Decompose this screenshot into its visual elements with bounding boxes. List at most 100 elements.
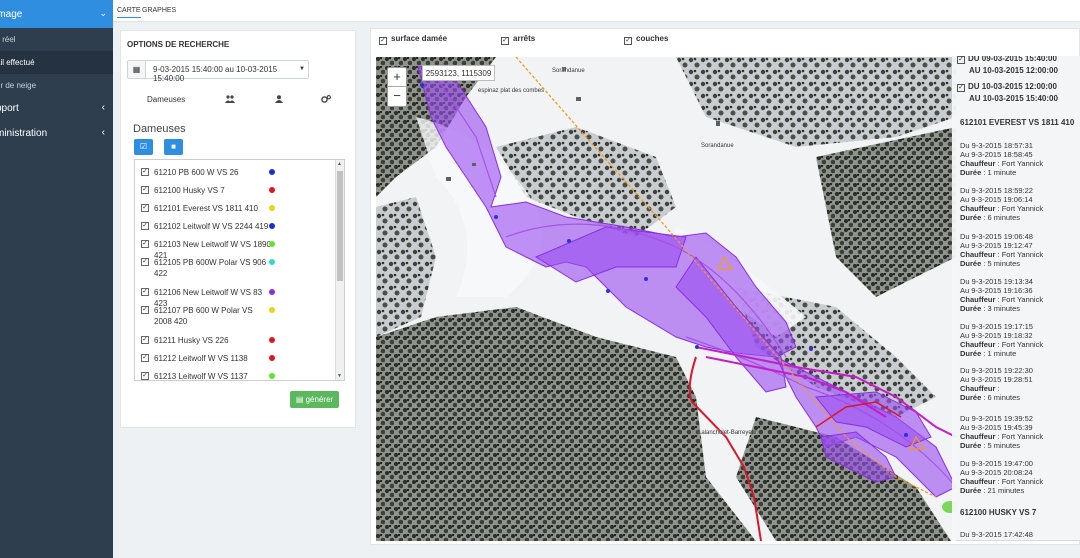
color-dot xyxy=(269,373,275,379)
session-duration: Durée : 5 minutes xyxy=(960,259,1078,268)
sidebar-subitem-realtime[interactable]: s réel xyxy=(0,28,113,51)
zoom-in-button[interactable]: + xyxy=(388,68,406,87)
gears-icon[interactable] xyxy=(321,95,331,105)
scroll-thumb[interactable] xyxy=(337,171,343,281)
color-dot xyxy=(269,241,275,247)
checkbox-checked-icon[interactable]: ✓ xyxy=(141,336,149,344)
checkbox-checked-icon[interactable]: ✓ xyxy=(501,37,509,45)
checkbox-checked-icon[interactable]: ✓ xyxy=(141,204,149,212)
driver-value: Fort Yannick xyxy=(1001,250,1044,259)
session-end: Au 9-3-2015 19:12:47 xyxy=(960,241,1033,250)
tab-graphes[interactable]: GRAPHES xyxy=(142,7,176,14)
duration-value: 6 minutes xyxy=(987,213,1021,222)
chevron-left-icon: ‹ xyxy=(101,127,105,138)
duration-value: 5 minutes xyxy=(987,441,1021,450)
sidebar-item-active[interactable]: rmage ⌄ xyxy=(0,0,113,28)
session-end: Au 9-3-2015 17:50:31 xyxy=(960,539,1078,540)
duration-label: Durée xyxy=(960,486,982,495)
color-dot xyxy=(269,289,275,295)
timeline-panel: ✓ DU 09-03-2015 15:40:00 AU 10-03-2015 12:… xyxy=(952,56,1080,540)
map-place-label: Sorandanue xyxy=(552,68,585,74)
session-start: Du 9-3-2015 19:13:34 xyxy=(960,277,1033,286)
user-icon[interactable] xyxy=(275,95,283,105)
machine-heading: 612101 EVEREST VS 1811 410 xyxy=(960,118,1075,127)
sidebar-subitem-work-done[interactable]: ail effectué xyxy=(0,51,113,74)
checkbox-checked-icon[interactable]: ✓ xyxy=(141,168,149,176)
calendar-icon: ▦ xyxy=(128,61,146,78)
sidebar-item-administration[interactable]: ministration ‹ xyxy=(0,122,113,146)
driver-value: Fort Yannick xyxy=(1001,340,1044,349)
checkbox-checked-icon[interactable]: ✓ xyxy=(141,354,149,362)
layer-toggle-stops[interactable]: ✓ arrêts xyxy=(501,34,535,45)
driver-label: Chauffeur xyxy=(960,384,996,393)
session-entry: Du 9-3-2015 19:39:52 Au 9-3-2015 19:45:39… xyxy=(960,414,1078,450)
layer-label: arrêts xyxy=(513,34,536,43)
color-dot xyxy=(269,337,275,343)
duration-value: 3 minutes xyxy=(987,304,1021,313)
checkbox-checked-icon[interactable]: ✓ xyxy=(141,288,149,296)
checkbox-checked-icon[interactable]: ✓ xyxy=(957,84,965,92)
date-range-picker[interactable]: ▦ 9-03-2015 15:40:00 au 10-03-2015 15:40… xyxy=(127,60,309,83)
map-place-label: Lalancholet-Barreyeur xyxy=(698,430,758,436)
session-entry: Du 9-3-2015 17:42:48Au 9-3-2015 17:50:31… xyxy=(960,530,1078,540)
checkbox-checked-icon[interactable]: ✓ xyxy=(141,186,149,194)
driver-value: Fort Yannick xyxy=(1001,432,1044,441)
checkbox-checked-icon[interactable]: ✓ xyxy=(624,37,632,45)
session-entry: Du 9-3-2015 18:59:22 Au 9-3-2015 19:06:14… xyxy=(960,186,1078,222)
checkbox-checked-icon[interactable]: ✓ xyxy=(141,306,149,314)
period-from: DU 09-03-2015 15:40:00 xyxy=(968,56,1057,63)
zoom-control: + − xyxy=(387,67,407,107)
session-duration: Durée : 3 minutes xyxy=(960,304,1078,313)
deselect-all-button[interactable]: ■ xyxy=(164,139,183,155)
period-filter[interactable]: ✓ DU 09-03-2015 15:40:00 AU 10-03-2015 12:… xyxy=(957,56,1058,77)
chevron-down-icon: ⌄ xyxy=(99,8,107,18)
machine-heading: 612100 HUSKY VS 7 xyxy=(960,508,1037,517)
scroll-up-icon[interactable]: ▲ xyxy=(337,161,342,167)
period-filter[interactable]: ✓ DU 10-03-2015 12:00:00 AU 10-03-2015 15:… xyxy=(957,81,1058,105)
duration-value: 5 minutes xyxy=(987,259,1021,268)
checkbox-checked-icon[interactable]: ✓ xyxy=(141,222,149,230)
date-range-value: 9-03-2015 15:40:00 au 10-03-2015 15:40:0… xyxy=(153,65,278,83)
generate-button[interactable]: ▤ générer xyxy=(290,391,339,408)
session-start: Du 9-3-2015 19:22:30 xyxy=(960,366,1033,375)
session-end: Au 9-3-2015 19:06:14 xyxy=(960,195,1033,204)
checkbox-checked-icon[interactable]: ✓ xyxy=(141,240,149,248)
duration-label: Durée xyxy=(960,393,982,402)
select-all-button[interactable]: ☑ xyxy=(134,139,153,155)
session-driver: Chauffeur : Fort Yannick xyxy=(960,477,1078,486)
layer-toggle-layers[interactable]: ✓ couches xyxy=(624,34,668,45)
session-start: Du 9-3-2015 18:57:31 xyxy=(960,141,1033,150)
sidebar-item-label: ministration xyxy=(0,128,48,139)
driver-value: Fort Yannick xyxy=(1001,204,1044,213)
session-duration: Durée : 5 minutes xyxy=(960,441,1078,450)
sidebar-subitem-snow-height[interactable]: ur de neige xyxy=(0,74,113,97)
tab-carte[interactable]: CARTE xyxy=(117,7,141,18)
sidebar: rmage ⌄ s réel ail effectué ur de neige … xyxy=(0,0,113,558)
sidebar-item-report[interactable]: pport ‹ xyxy=(0,97,113,121)
scroll-down-icon[interactable]: ▼ xyxy=(337,373,342,379)
checkbox-checked-icon[interactable]: ✓ xyxy=(379,37,387,45)
color-dot xyxy=(269,307,275,313)
session-end: Au 9-3-2015 20:08:24 xyxy=(960,468,1033,477)
duration-label: Durée xyxy=(960,259,982,268)
zoom-out-button[interactable]: − xyxy=(388,87,406,106)
duration-label: Durée xyxy=(960,168,982,177)
layer-toggle-groomed-surface[interactable]: ✓ surface damée xyxy=(379,34,447,45)
period-from: DU 10-03-2015 12:00:00 xyxy=(968,82,1057,91)
tab-dameuses[interactable]: Dameuses xyxy=(147,95,185,104)
color-dot xyxy=(269,169,275,175)
duration-value: 1 minute xyxy=(987,168,1017,177)
checkbox-checked-icon[interactable]: ✓ xyxy=(957,56,965,64)
session-duration: Durée : 1 minute xyxy=(960,168,1078,177)
checkbox-checked-icon[interactable]: ✓ xyxy=(141,258,149,266)
list-scrollbar[interactable]: ▲ ▼ xyxy=(335,160,344,380)
group-users-icon[interactable] xyxy=(225,95,235,105)
duration-value: 21 minutes xyxy=(987,486,1025,495)
session-start: Du 9-3-2015 19:06:48 xyxy=(960,232,1033,241)
checkbox-checked-icon[interactable]: ✓ xyxy=(141,372,149,380)
groomer-list[interactable]: ▲ ▼ ✓ 61210 PB 600 W VS 26 ✓ 612100 Husky V… xyxy=(134,159,345,381)
map-place-label: espinaz plat des combes xyxy=(478,88,545,94)
panel-title: OPTIONS DE RECHERCHE xyxy=(127,40,230,49)
duration-label: Durée xyxy=(960,304,982,313)
generate-button-label: générer xyxy=(305,395,334,404)
